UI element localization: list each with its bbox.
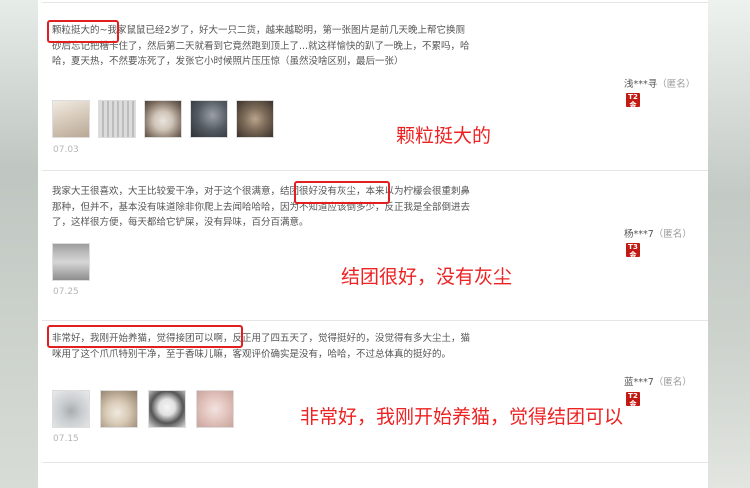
review-photo[interactable] <box>190 100 228 138</box>
reviewer[interactable]: 蓝***7（匿名） <box>624 374 692 388</box>
anonymous-label: （匿名） <box>657 79 696 90</box>
review-photo[interactable] <box>52 390 90 428</box>
review-photo[interactable] <box>52 100 90 138</box>
reviewer[interactable]: 浅***寻（匿名） <box>624 76 695 90</box>
background-left <box>0 0 38 488</box>
review-date: 07.15 <box>53 434 79 444</box>
annotation-label: 非常好，我刚开始养猫，觉得结团可以 <box>300 406 624 428</box>
annotation-label: 颗粒挺大的 <box>396 125 492 147</box>
highlight-box <box>47 325 243 348</box>
reviewer-name[interactable]: 蓝***7 <box>624 377 654 388</box>
review-photo[interactable] <box>98 100 136 138</box>
review-item: 非常好，我刚开始养猫，觉得接团可以啊，反正用了四五天了，觉得挺好的，没觉得有多大… <box>38 320 708 465</box>
photo-strip <box>52 100 282 140</box>
review-photo[interactable] <box>148 390 186 428</box>
highlight-box <box>47 20 119 43</box>
review-photo[interactable] <box>196 390 234 428</box>
annotation-label: 结团很好，没有灰尘 <box>341 266 513 288</box>
reviewer-name[interactable]: 浅***寻 <box>624 79 657 90</box>
review-item: 颗粒挺大的~我家鼠鼠已经2岁了，好大一只二货，越来越聪明，第一张图片是前几天晚上… <box>38 0 708 170</box>
background-right <box>708 0 750 488</box>
review-date: 07.25 <box>53 287 79 297</box>
member-level-badge: T2 金 <box>626 93 640 109</box>
highlight-box <box>294 181 390 204</box>
photo-strip <box>52 390 242 430</box>
review-date: 07.03 <box>53 145 79 155</box>
review-text: 我家大王很喜欢，大王比较爱干净，对于这个很满意，结团很好没有灰尘，本来以为柠檬会… <box>52 186 471 228</box>
review-photo[interactable] <box>52 243 90 281</box>
review-photo[interactable] <box>236 100 274 138</box>
review-item: 我家大王很喜欢，大王比较爱干净，对于这个很满意，结团很好没有灰尘，本来以为柠檬会… <box>38 170 708 320</box>
member-level-badge: T3 金 <box>626 243 640 259</box>
member-level-badge: T2 金 <box>626 392 640 408</box>
anonymous-label: （匿名） <box>653 377 692 388</box>
review-list: 颗粒挺大的~我家鼠鼠已经2岁了，好大一只二货，越来越聪明，第一张图片是前几天晚上… <box>38 0 708 488</box>
anonymous-label: （匿名） <box>653 229 692 240</box>
reviewer-name[interactable]: 杨***7 <box>624 229 654 240</box>
review-photo[interactable] <box>144 100 182 138</box>
photo-strip <box>52 243 92 283</box>
divider <box>42 462 708 463</box>
review-photo[interactable] <box>100 390 138 428</box>
reviewer[interactable]: 杨***7（匿名） <box>624 226 692 240</box>
